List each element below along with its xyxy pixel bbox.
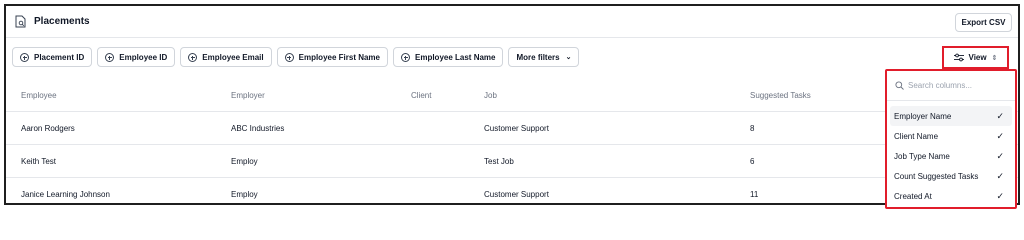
check-icon: ✓ (996, 150, 1004, 161)
cell-employer: Employ (231, 157, 258, 166)
sliders-icon (953, 53, 964, 62)
chevron-up-down-icon: ⇕ (991, 54, 998, 62)
filter-employee-last-name[interactable]: Employee Last Name (393, 47, 504, 67)
column-search (887, 71, 1015, 101)
search-icon (895, 81, 904, 90)
filter-label: Employee ID (119, 52, 168, 62)
panel-header: Placements Export CSV (6, 6, 1018, 38)
column-option-employer-name[interactable]: Employer Name ✓ (890, 106, 1012, 126)
cell-employee: Janice Learning Johnson (21, 190, 110, 199)
column-header-employee[interactable]: Employee (21, 91, 57, 100)
column-option-client-name[interactable]: Client Name ✓ (890, 126, 1012, 146)
option-label: Employer Name (894, 111, 952, 121)
filter-label: Employee First Name (298, 52, 380, 62)
cell-employee: Aaron Rodgers (21, 124, 75, 133)
add-circle-icon (284, 52, 294, 62)
option-label: Count Suggested Tasks (894, 171, 979, 181)
cell-suggested-tasks: 8 (750, 124, 755, 133)
check-icon: ✓ (996, 170, 1004, 181)
column-option-created-at[interactable]: Created At ✓ (890, 186, 1012, 206)
table-row[interactable]: Aaron Rodgers ABC Industries Customer Su… (6, 112, 1018, 145)
filter-employee-first-name[interactable]: Employee First Name (276, 47, 388, 67)
filter-placement-id[interactable]: Placement ID (12, 47, 93, 67)
view-label: View (968, 53, 987, 62)
page-title: Placements (34, 16, 90, 27)
add-circle-icon (20, 52, 29, 62)
cell-job: Customer Support (484, 124, 549, 133)
option-label: Job Type Name (894, 151, 950, 161)
add-circle-icon (188, 52, 198, 62)
column-option-count-suggested-tasks[interactable]: Count Suggested Tasks ✓ (890, 166, 1012, 186)
column-header-job[interactable]: Job (484, 91, 497, 100)
add-circle-icon (105, 52, 115, 62)
cell-job: Customer Support (484, 190, 549, 199)
column-visibility-menu: Employer Name ✓ Client Name ✓ Job Type Nam… (885, 69, 1017, 209)
filter-label: Placement ID (34, 52, 85, 62)
export-csv-button[interactable]: Export CSV (955, 13, 1012, 32)
check-icon: ✓ (996, 110, 1004, 121)
cell-employer: ABC Industries (231, 124, 285, 133)
cell-employer: Employ (231, 190, 258, 199)
option-label: Created At (894, 191, 932, 201)
filter-bar: Placement ID Employee ID Employee Email … (12, 47, 580, 67)
filter-label: Employee Last Name (415, 52, 496, 62)
placements-panel: Placements Export CSV Placement ID Emplo… (4, 4, 1020, 209)
filter-label: Employee Email (202, 52, 264, 62)
column-header-suggested-tasks[interactable]: Suggested Tasks (750, 91, 811, 100)
column-header-employer[interactable]: Employer (231, 91, 265, 100)
table-row[interactable]: Keith Test Employ Test Job 6 (6, 145, 1018, 178)
table-row[interactable]: Janice Learning Johnson Employ Customer … (6, 178, 1018, 211)
cell-employee: Keith Test (21, 157, 56, 166)
more-filters-button[interactable]: More filters ⌄ (508, 47, 580, 67)
search-columns-input[interactable] (908, 81, 1008, 90)
filter-employee-id[interactable]: Employee ID (97, 47, 176, 67)
option-label: Client Name (894, 131, 939, 141)
check-icon: ✓ (996, 190, 1004, 201)
table-header-row: Employee Employer Client Job Suggested T… (6, 79, 1018, 112)
view-columns-button[interactable]: View ⇕ (942, 46, 1009, 69)
column-option-job-type-name[interactable]: Job Type Name ✓ (890, 146, 1012, 166)
document-search-icon (15, 15, 26, 28)
check-icon: ✓ (996, 130, 1004, 141)
chevron-down-icon: ⌄ (565, 54, 572, 61)
column-header-client[interactable]: Client (411, 91, 431, 100)
cell-suggested-tasks: 11 (750, 190, 759, 199)
cell-job: Test Job (484, 157, 514, 166)
more-filters-label: More filters (516, 52, 560, 62)
cell-suggested-tasks: 6 (750, 157, 755, 166)
filter-employee-email[interactable]: Employee Email (180, 47, 272, 67)
add-circle-icon (401, 52, 410, 62)
